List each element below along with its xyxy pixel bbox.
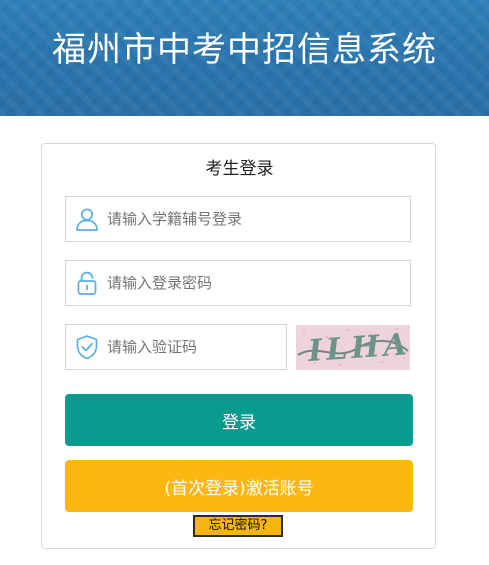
captcha-input[interactable] <box>107 333 277 361</box>
activate-account-button[interactable]: (首次登录)激活账号 <box>65 460 413 512</box>
login-card: 考生登录 请输入学籍辅号登录 请输入验证码 ILHA 登录 (首次登录)激活账号… <box>41 143 436 549</box>
login-page: 福州市中考中招信息系统 考生登录 请输入学籍辅号登录 请输入验证码 ILHA 登… <box>0 0 489 565</box>
forgot-password-button[interactable]: 忘记密码? <box>193 515 283 537</box>
captcha-text: ILHA <box>306 327 410 369</box>
captcha-field[interactable] <box>65 324 287 370</box>
system-title: 福州市中考中招信息系统 <box>52 30 437 70</box>
header-banner: 福州市中考中招信息系统 <box>0 0 489 116</box>
shield-check-icon <box>76 335 98 360</box>
username-field[interactable] <box>65 196 411 242</box>
user-icon <box>76 208 98 231</box>
username-input[interactable] <box>107 205 397 233</box>
login-title: 考生登录 <box>205 159 274 179</box>
captcha-graphic: ILHA <box>296 325 410 370</box>
password-input[interactable] <box>107 269 397 297</box>
captcha-image[interactable]: ILHA <box>296 325 410 370</box>
lock-icon <box>77 271 97 295</box>
password-field[interactable] <box>65 260 411 306</box>
login-button[interactable]: 登录 <box>65 394 413 446</box>
